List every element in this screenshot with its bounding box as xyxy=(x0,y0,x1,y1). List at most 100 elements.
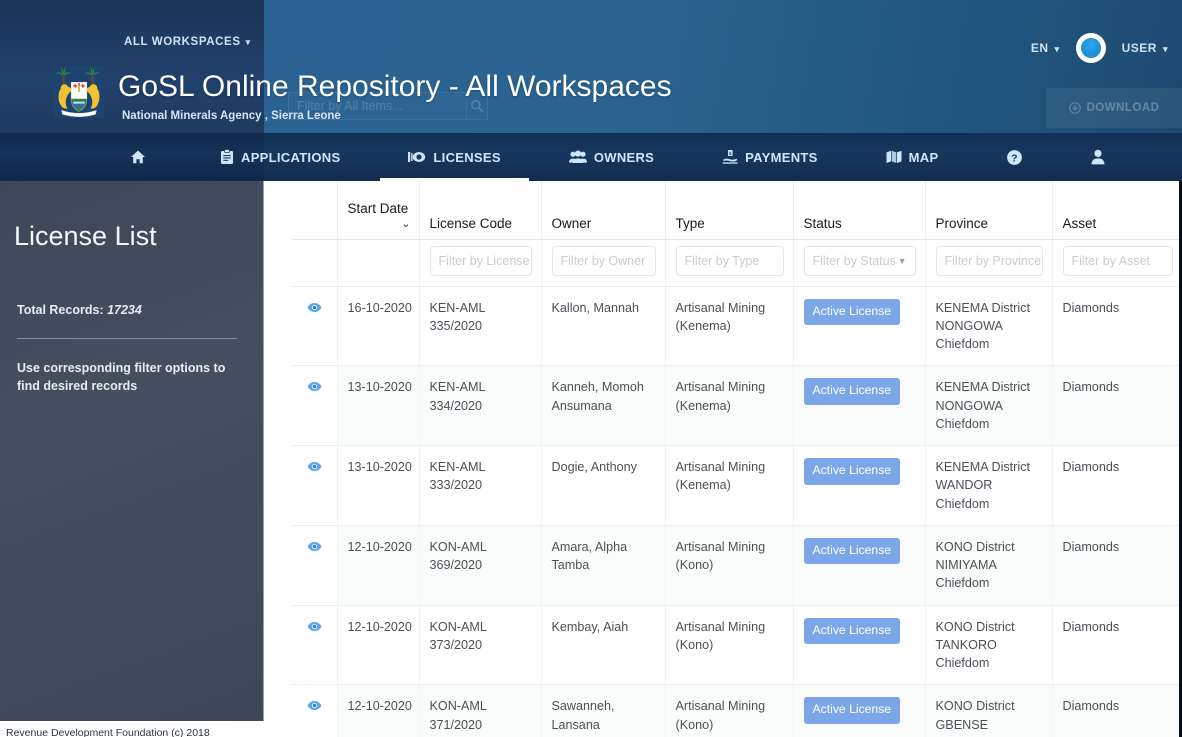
cell-asset: Diamonds xyxy=(1051,605,1182,686)
nav-item-licenses[interactable]: LICENSES xyxy=(374,133,534,181)
nav-item-label: APPLICATIONS xyxy=(241,149,341,165)
cell-province: KENEMA District NONGOWA Chiefdom xyxy=(924,286,1052,367)
cell-type: Artisanal Mining (Kenema) xyxy=(664,365,793,446)
cell-status: Active License xyxy=(792,525,925,606)
download-button[interactable]: DOWNLOAD xyxy=(1046,88,1182,128)
view-eye-icon[interactable] xyxy=(307,302,322,313)
table-row[interactable]: 12-10-2020 KON-AML 371/2020 Sawanneh, Lans… xyxy=(292,684,1182,737)
view-eye-icon[interactable] xyxy=(307,619,322,637)
table-row[interactable]: 16-10-2020 KEN-AML 335/2020 Kallon, Mannah… xyxy=(292,286,1182,367)
user-menu[interactable]: USER ▾ xyxy=(1122,41,1168,55)
cell-start-date: 13-10-2020 xyxy=(336,445,419,526)
nav-item-label: LICENSES xyxy=(433,149,501,165)
filter-placeholder: Filter by Owner xyxy=(560,253,646,268)
col-header-label: Asset xyxy=(1062,215,1097,231)
nav-item-home[interactable] xyxy=(90,133,186,181)
filter-owner-input[interactable]: Filter by Owner xyxy=(551,245,656,276)
main-navigation: APPLICATIONS LICENSES OWNERS $ PAYMENTS … xyxy=(0,133,1182,181)
row-view-action[interactable] xyxy=(292,684,337,737)
nav-item-owners[interactable]: OWNERS xyxy=(535,133,688,181)
nav-item-profile[interactable] xyxy=(1057,133,1139,181)
cell-type: Artisanal Mining (Kono) xyxy=(664,684,793,737)
license-table: Start Date ⌄ License Code Owner Type Sta… xyxy=(292,181,1182,737)
filter-license-code-input[interactable]: Filter by License Code xyxy=(429,245,532,276)
language-selector[interactable]: EN ▾ xyxy=(1031,41,1060,55)
view-eye-icon[interactable] xyxy=(307,700,322,711)
filter-cell-status: Filter by Status ▼ xyxy=(792,239,925,287)
view-eye-icon[interactable] xyxy=(307,539,322,557)
view-eye-icon[interactable] xyxy=(307,698,322,716)
status-badge[interactable]: Active License xyxy=(803,537,901,565)
filter-asset-input[interactable]: Filter by Asset xyxy=(1062,245,1173,276)
status-badge[interactable]: Active License xyxy=(803,378,901,405)
view-eye-icon[interactable] xyxy=(307,541,322,552)
cell-asset: Diamonds xyxy=(1051,286,1182,367)
cell-status: Active License xyxy=(792,684,925,737)
cell-license-code: KON-AML 373/2020 xyxy=(418,605,541,686)
nav-item-help[interactable]: ? xyxy=(972,133,1057,181)
avatar[interactable] xyxy=(1075,33,1106,63)
table-row[interactable]: 13-10-2020 KEN-AML 333/2020 Dogie, Anthony… xyxy=(292,445,1182,526)
col-header-owner[interactable]: Owner xyxy=(540,181,665,240)
col-header-label: Province xyxy=(935,215,989,231)
view-eye-icon[interactable] xyxy=(307,459,322,477)
user-icon xyxy=(1092,149,1105,165)
filter-placeholder: Filter by Status xyxy=(812,253,896,268)
home-icon xyxy=(131,150,145,164)
sidebar-divider xyxy=(17,338,237,339)
cell-province: KENEMA District WANDOR Chiefdom xyxy=(924,445,1052,526)
filter-placeholder: Filter by Province xyxy=(944,253,1042,268)
col-header-start-date[interactable]: Start Date ⌄ xyxy=(336,181,419,240)
sidebar-title: License List xyxy=(14,221,157,251)
filter-province-input[interactable]: Filter by Province xyxy=(935,245,1043,276)
view-eye-icon[interactable] xyxy=(307,461,322,472)
total-records: Total Records: 17234 xyxy=(17,303,142,317)
view-eye-icon[interactable] xyxy=(307,381,322,392)
row-view-action[interactable] xyxy=(292,445,337,526)
col-header-province[interactable]: Province xyxy=(924,181,1052,240)
row-view-action[interactable] xyxy=(292,365,337,446)
cell-license-code: KON-AML 371/2020 xyxy=(418,684,541,737)
svg-text:?: ? xyxy=(1012,152,1019,164)
nav-item-payments[interactable]: $ PAYMENTS xyxy=(688,133,851,181)
view-eye-icon[interactable] xyxy=(307,300,322,318)
all-workspaces-dropdown[interactable]: ALL WORKSPACES ▾ xyxy=(124,36,251,48)
col-header-license-code[interactable]: License Code xyxy=(418,181,541,240)
table-row[interactable]: 13-10-2020 KEN-AML 334/2020 Kanneh, Momoh … xyxy=(292,365,1182,446)
total-records-label: Total Records: xyxy=(17,303,104,317)
svg-text:$: $ xyxy=(729,151,732,156)
cell-owner: Dogie, Anthony xyxy=(540,445,665,526)
filter-type-input[interactable]: Filter by Type xyxy=(675,245,784,276)
nav-item-map[interactable]: MAP xyxy=(852,133,973,181)
filter-status-dropdown[interactable]: Filter by Status ▼ xyxy=(803,245,916,276)
user-menu-label: USER xyxy=(1121,41,1157,55)
cell-start-date: 16-10-2020 xyxy=(336,286,419,367)
page-title: GoSL Online Repository - All Workspaces xyxy=(118,70,672,103)
chevron-down-icon: ▾ xyxy=(1162,44,1168,54)
table-row[interactable]: 12-10-2020 KON-AML 373/2020 Kembay, Aiah Ar… xyxy=(292,605,1182,686)
filter-placeholder: Filter by Type xyxy=(684,253,760,268)
status-badge[interactable]: Active License xyxy=(803,298,901,326)
row-view-action[interactable] xyxy=(292,286,337,367)
view-eye-icon[interactable] xyxy=(307,621,322,632)
col-header-asset[interactable]: Asset xyxy=(1051,181,1182,240)
status-badge[interactable]: Active License xyxy=(803,458,901,485)
status-badge[interactable]: Active License xyxy=(803,617,901,645)
filter-placeholder: Filter by License Code xyxy=(438,253,531,268)
cell-type: Artisanal Mining (Kenema) xyxy=(664,445,793,526)
col-header-type[interactable]: Type xyxy=(664,181,793,240)
view-eye-icon[interactable] xyxy=(307,379,322,397)
table-row[interactable]: 12-10-2020 KON-AML 369/2020 Amara, Alpha T… xyxy=(292,525,1182,606)
sierra-leone-coat-of-arms-icon xyxy=(53,65,105,119)
avatar-inner xyxy=(1080,38,1101,58)
status-badge[interactable]: Active License xyxy=(803,697,901,724)
caret-down-icon: ▼ xyxy=(897,255,907,266)
row-view-action[interactable] xyxy=(292,605,337,686)
nav-item-applications[interactable]: APPLICATIONS xyxy=(186,133,374,181)
cell-asset: Diamonds xyxy=(1051,445,1182,526)
cell-owner: Sawanneh, Lansana xyxy=(540,684,665,737)
col-header-status[interactable]: Status xyxy=(792,181,925,240)
footer-copyright: Revenue Development Foundation (c) 2018 xyxy=(6,727,210,737)
header-right-controls: EN ▾ USER ▾ xyxy=(1031,33,1168,63)
row-view-action[interactable] xyxy=(292,525,337,606)
